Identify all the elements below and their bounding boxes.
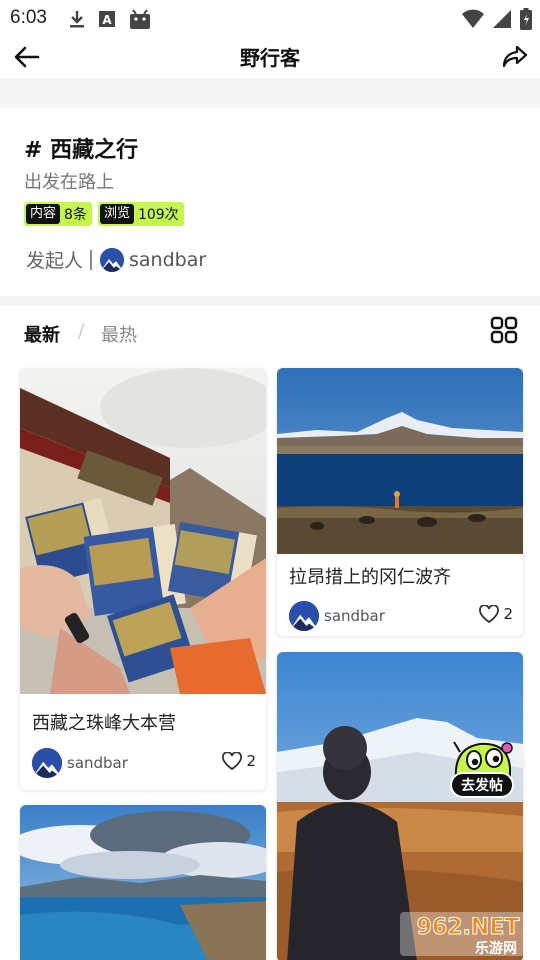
post-card[interactable]: 西藏之珠峰大本营 sandbar 2: [20, 368, 266, 790]
like-button[interactable]: 2: [222, 752, 256, 770]
create-post-label: 去发帖: [450, 772, 514, 798]
heart-icon: [222, 752, 243, 770]
view-count-badge: 浏览 109次: [97, 202, 184, 226]
layout-toggle-button[interactable]: [490, 316, 518, 344]
avatar: [289, 601, 319, 631]
wifi-icon: [462, 9, 484, 28]
section-gap: [0, 296, 540, 306]
content-count-badge: 内容 8条: [24, 202, 92, 226]
android-icon: [130, 9, 150, 29]
create-post-button[interactable]: 去发帖: [450, 738, 516, 798]
tab-latest[interactable]: 最新: [24, 321, 60, 347]
post-image: [277, 368, 523, 554]
title-bar: 野行客: [0, 36, 540, 78]
post-title: 西藏之珠峰大本营: [32, 713, 176, 734]
share-button[interactable]: [500, 42, 530, 72]
share-icon: [502, 45, 528, 68]
section-gap: [0, 78, 540, 108]
post-card[interactable]: [20, 805, 266, 960]
svg-text:A: A: [102, 13, 112, 27]
post-card[interactable]: 拉昂措上的冈仁波齐 sandbar 2: [277, 368, 523, 636]
like-count: 2: [503, 605, 513, 623]
signal-icon: [493, 10, 511, 28]
status-bar: 6:03 A: [0, 0, 540, 36]
author-name: sandbar: [67, 754, 128, 772]
initiator-name[interactable]: sandbar: [129, 249, 206, 271]
tab-hot[interactable]: 最热: [101, 321, 137, 347]
post-author[interactable]: sandbar: [289, 601, 385, 631]
initiator-row[interactable]: 发起人 sandbar: [26, 246, 206, 273]
watermark-logo: 962.NET 乐游网: [400, 910, 536, 958]
tab-latest-label: 最新: [24, 325, 60, 346]
post-author[interactable]: sandbar: [32, 748, 128, 778]
avatar[interactable]: [100, 247, 125, 272]
author-name: sandbar: [324, 607, 385, 625]
watermark-text-bottom: 乐游网: [475, 940, 517, 957]
divider: [90, 249, 93, 270]
sort-tabs: 最新 / 最热: [0, 306, 540, 356]
post-title: 拉昂措上的冈仁波齐: [289, 567, 451, 588]
heart-icon: [479, 605, 500, 623]
post-image: [20, 368, 266, 694]
stat-label: 浏览: [99, 204, 134, 224]
tab-separator: /: [78, 320, 85, 342]
post-image: [20, 805, 266, 960]
stat-value: 109次: [137, 207, 179, 223]
avatar: [32, 748, 62, 778]
font-a-icon: A: [99, 11, 115, 27]
stat-label: 内容: [26, 204, 61, 224]
battery-icon: [520, 8, 532, 30]
topic-header: # 西藏之行 出发在路上 内容 8条 浏览 109次 发起人 sandbar: [0, 108, 540, 296]
watermark-text-top: 962.NET: [417, 915, 520, 940]
topic-name: # 西藏之行: [24, 138, 139, 163]
like-button[interactable]: 2: [479, 605, 513, 623]
stat-value: 8条: [64, 207, 87, 223]
initiator-label: 发起人: [26, 250, 84, 272]
download-icon: [70, 11, 84, 28]
topic-subtitle: 出发在路上: [24, 172, 114, 193]
page-title: 野行客: [240, 46, 300, 70]
grid-view-icon: [490, 316, 518, 344]
topic-stats: 内容 8条 浏览 109次: [24, 202, 184, 226]
like-count: 2: [246, 752, 256, 770]
status-time: 6:03: [10, 7, 47, 28]
